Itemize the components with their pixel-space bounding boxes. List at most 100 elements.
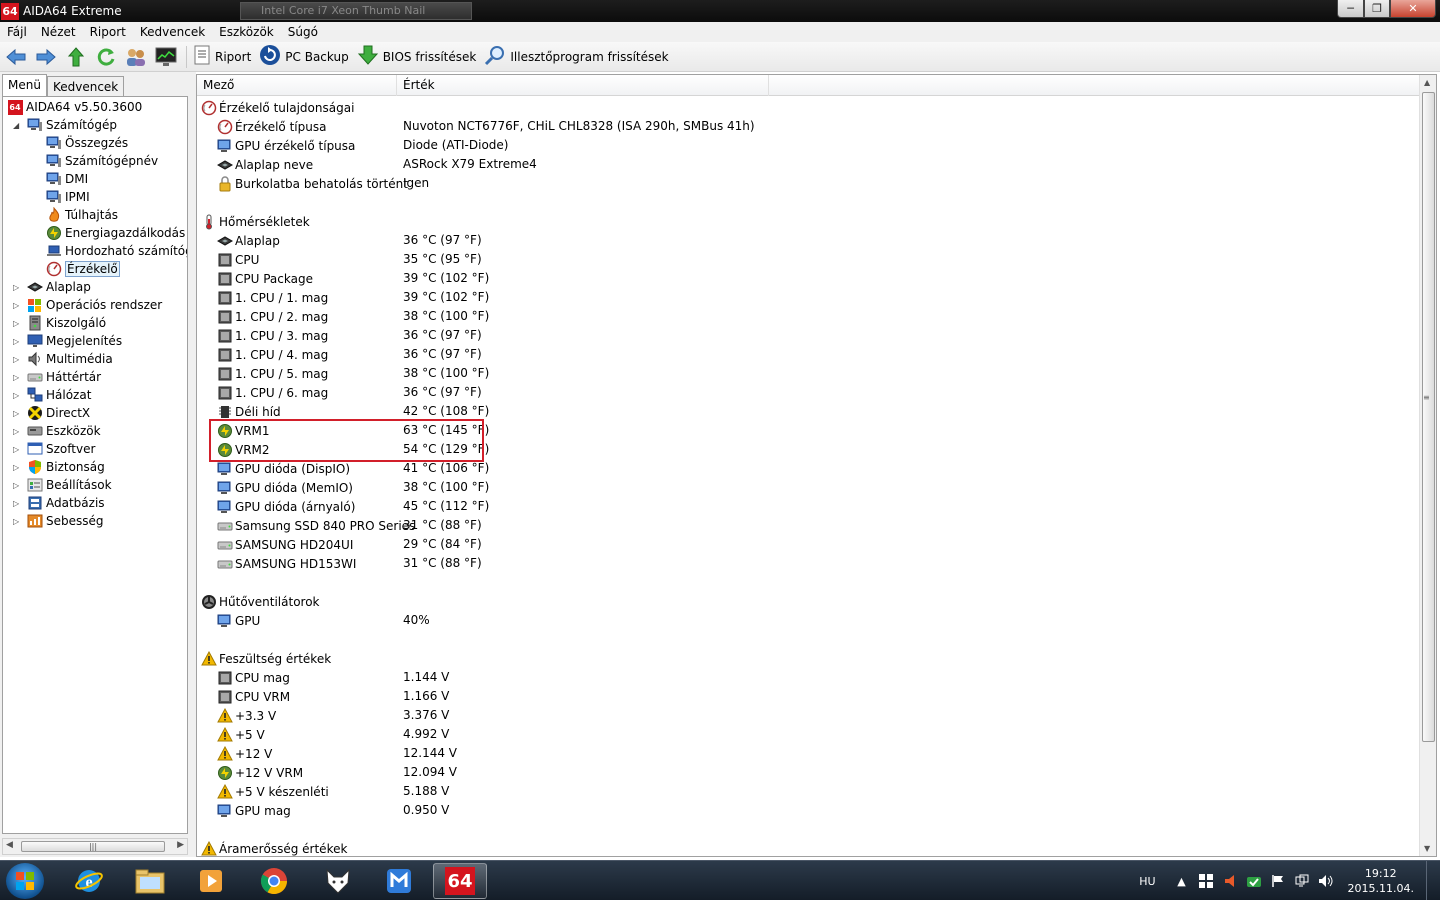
back-arrow-icon[interactable] [4, 45, 28, 69]
table-row[interactable]: GPU dióda (MemIO) 38 °C (100 °F) [197, 478, 1419, 497]
bios-update-button[interactable]: BIOS frissítések [357, 45, 476, 69]
taskbar-internet-explorer[interactable]: e [62, 863, 116, 899]
scroll-right-icon[interactable]: ▶ [177, 840, 184, 850]
table-row[interactable]: Alaplap 36 °C (97 °F) [197, 231, 1419, 250]
sync-tray-icon[interactable] [1246, 873, 1262, 889]
menu-tools[interactable]: Eszközök [212, 22, 281, 42]
menu-view[interactable]: Nézet [34, 22, 83, 42]
up-arrow-icon[interactable] [64, 45, 88, 69]
tree-item[interactable]: Érzékelő [46, 260, 120, 278]
tree-item[interactable]: DMI [46, 170, 88, 188]
tray-clock[interactable]: 19:12 2015.11.04. [1348, 866, 1414, 896]
tree-expander-icon[interactable]: ▷ [13, 445, 22, 454]
tree-item[interactable]: Kiszolgáló [27, 314, 106, 332]
driver-update-button[interactable]: Illesztőprogram frissítések [484, 45, 669, 69]
flag-tray-icon[interactable] [1270, 873, 1286, 889]
tree-expander-icon[interactable]: ▷ [13, 427, 22, 436]
table-row[interactable]: CPU Package 39 °C (102 °F) [197, 269, 1419, 288]
table-row[interactable]: Érzékelő típusa Nuvoton NCT6776F, CHiL CH… [197, 117, 1419, 136]
table-row[interactable]: GPU mag 0.950 V [197, 801, 1419, 820]
table-row[interactable]: Burkolatba behatolás történt Igen [197, 174, 1419, 193]
section-header-row[interactable]: Hőmérsékletek [197, 212, 1419, 231]
tree-item[interactable]: Beállítások [27, 476, 112, 494]
tree-item[interactable]: Számítógép [27, 116, 117, 134]
tray-expand-icon[interactable]: ▲ [1174, 873, 1190, 889]
scrollbar-thumb[interactable] [1422, 92, 1435, 742]
maximize-button[interactable]: ❐ [1364, 0, 1390, 18]
table-row[interactable]: SAMSUNG HD153WI 31 °C (88 °F) [197, 554, 1419, 573]
users-icon[interactable] [124, 45, 148, 69]
details-vertical-scrollbar[interactable]: ▲ ≡ ▼ [1419, 75, 1436, 856]
monitor-chart-icon[interactable] [154, 45, 178, 69]
table-row[interactable]: CPU VRM 1.166 V [197, 687, 1419, 706]
tree-item[interactable]: Megjelenítés [27, 332, 122, 350]
table-row[interactable]: +5 V készenléti 5.188 V [197, 782, 1419, 801]
forward-arrow-icon[interactable] [34, 45, 58, 69]
language-indicator[interactable]: HU [1139, 875, 1155, 888]
taskbar-chrome[interactable] [247, 863, 301, 899]
taskbar-maxthon[interactable] [372, 863, 426, 899]
tree-expander-icon[interactable]: ▷ [13, 499, 22, 508]
tree-item[interactable]: Biztonság [27, 458, 105, 476]
section-header-row[interactable]: Hűtőventilátorok [197, 592, 1419, 611]
table-row[interactable]: CPU 35 °C (95 °F) [197, 250, 1419, 269]
taskbar-aida64[interactable]: 64 [433, 863, 487, 899]
table-row[interactable]: 1. CPU / 6. mag 36 °C (97 °F) [197, 383, 1419, 402]
table-row[interactable]: +5 V 4.992 V [197, 725, 1419, 744]
tree-expander-icon[interactable]: ▷ [13, 391, 22, 400]
tree-item[interactable]: Alaplap [27, 278, 91, 296]
table-row[interactable]: Samsung SSD 840 PRO Series 31 °C (88 °F) [197, 516, 1419, 535]
close-button[interactable]: ✕ [1390, 0, 1436, 18]
column-field[interactable]: Mező [197, 75, 397, 96]
tree-horizontal-scrollbar[interactable]: ◀ ||| ▶ [2, 838, 188, 855]
tree-expander-icon[interactable]: ◢ [13, 121, 22, 130]
tree-item[interactable]: Hordozható számítógé [46, 242, 187, 260]
table-row[interactable]: 1. CPU / 2. mag 38 °C (100 °F) [197, 307, 1419, 326]
column-value[interactable]: Érték [397, 75, 769, 96]
table-row[interactable]: +12 V VRM 12.094 V [197, 763, 1419, 782]
background-window-tab[interactable]: Intel Core i7 Xeon Thumb Nail [240, 2, 472, 20]
minimize-button[interactable]: ─ [1337, 0, 1364, 18]
table-row[interactable]: GPU 40% [197, 611, 1419, 630]
table-row[interactable]: SAMSUNG HD204UI 29 °C (84 °F) [197, 535, 1419, 554]
tree-item[interactable]: Számítógépnév [46, 152, 158, 170]
tree-expander-icon[interactable]: ▷ [13, 373, 22, 382]
taskbar-fox-app[interactable] [311, 863, 365, 899]
tree-item[interactable]: Adatbázis [27, 494, 105, 512]
tree-item[interactable]: DirectX [27, 404, 90, 422]
menu-report[interactable]: Riport [83, 22, 133, 42]
section-header-row[interactable]: Áramerősség értékek [197, 839, 1419, 856]
tree-item[interactable]: Energiagazdálkodás [46, 224, 185, 242]
media-tray-icon[interactable] [1222, 873, 1238, 889]
tree-item[interactable]: Túlhajtás [46, 206, 118, 224]
table-row[interactable]: +12 V 12.144 V [197, 744, 1419, 763]
table-row[interactable]: GPU dióda (árnyaló) 45 °C (112 °F) [197, 497, 1419, 516]
tree-item[interactable]: Szoftver [27, 440, 95, 458]
menu-file[interactable]: Fájl [0, 22, 34, 42]
tree-expander-icon[interactable]: ▷ [13, 283, 22, 292]
pc-backup-button[interactable]: PC Backup [259, 45, 349, 69]
tab-menu[interactable]: Menü [2, 74, 47, 96]
volume-tray-icon[interactable] [1318, 873, 1334, 889]
tree-expander-icon[interactable]: ▷ [13, 517, 22, 526]
table-row[interactable]: 1. CPU / 5. mag 38 °C (100 °F) [197, 364, 1419, 383]
tree-item[interactable]: 64 AIDA64 v5.50.3600 [7, 98, 142, 116]
report-button[interactable]: Riport [193, 45, 251, 69]
tree-expander-icon[interactable]: ▷ [13, 409, 22, 418]
scroll-up-icon[interactable]: ▲ [1424, 78, 1430, 87]
tree-expander-icon[interactable]: ▷ [13, 319, 22, 328]
scroll-down-icon[interactable]: ▼ [1424, 844, 1430, 853]
table-row[interactable]: GPU érzékelő típusa Diode (ATI-Diode) [197, 136, 1419, 155]
table-row[interactable]: 1. CPU / 1. mag 39 °C (102 °F) [197, 288, 1419, 307]
section-header-row[interactable]: Feszültség értékek [197, 649, 1419, 668]
scroll-left-icon[interactable]: ◀ [6, 840, 13, 850]
taskbar-media-player[interactable] [184, 863, 238, 899]
table-row[interactable]: +3.3 V 3.376 V [197, 706, 1419, 725]
tree-item[interactable]: Háttértár [27, 368, 101, 386]
table-row[interactable]: 1. CPU / 4. mag 36 °C (97 °F) [197, 345, 1419, 364]
section-header-row[interactable]: Érzékelő tulajdonságai [197, 98, 1419, 117]
tree-item[interactable]: Multimédia [27, 350, 113, 368]
taskbar-file-explorer[interactable] [123, 863, 177, 899]
table-row[interactable]: Alaplap neve ASRock X79 Extreme4 [197, 155, 1419, 174]
tree-expander-icon[interactable]: ▷ [13, 301, 22, 310]
